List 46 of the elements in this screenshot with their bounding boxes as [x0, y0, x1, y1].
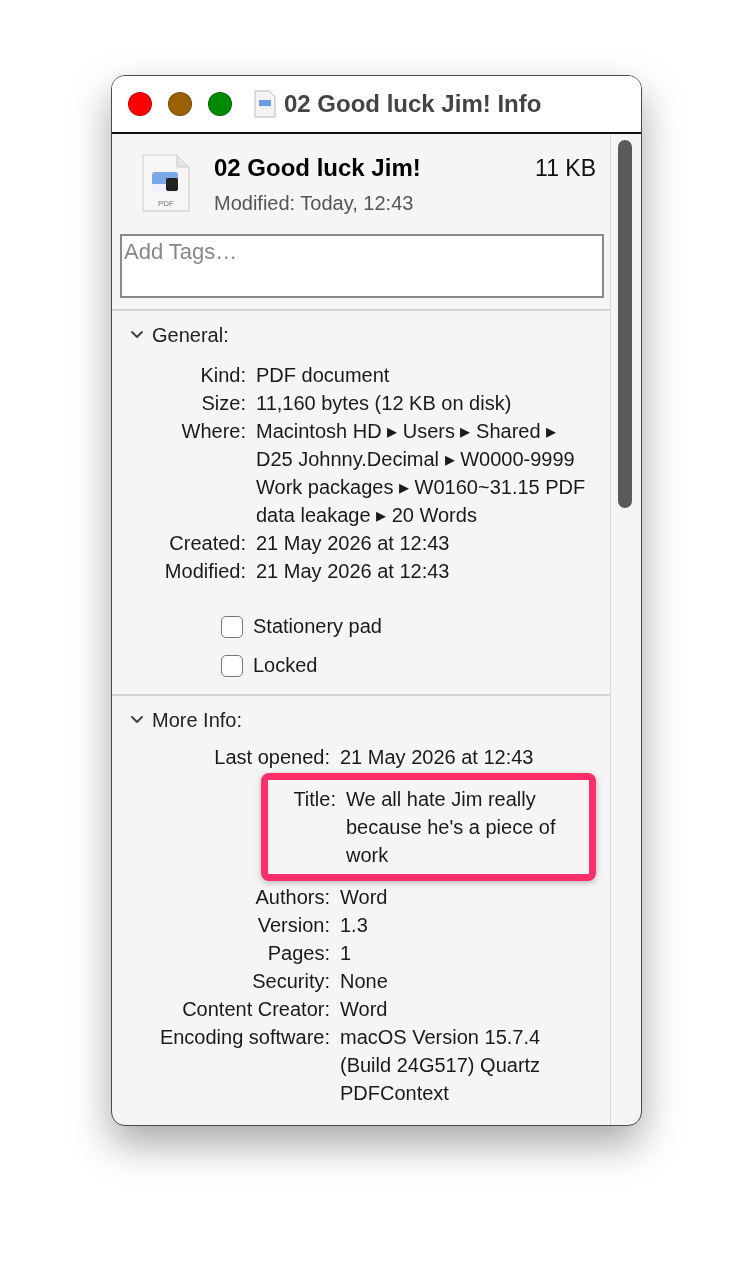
- field-value: We all hate Jim really because he's a piece of work: [346, 787, 557, 868]
- window-title: 02 Good luck Jim! Info: [284, 90, 542, 118]
- field-value: 21 May 2026 at 12:43: [256, 559, 451, 584]
- file-name: 02 Good luck Jim!: [214, 154, 421, 182]
- checkbox-label[interactable]: Locked: [253, 654, 318, 677]
- checkbox-label[interactable]: Stationery pad: [253, 615, 382, 638]
- field-value: Word: [340, 885, 389, 910]
- disclosure-chevron-icon[interactable]: [130, 330, 144, 340]
- field-label: Created:: [168, 531, 246, 556]
- section-title[interactable]: General:: [152, 323, 229, 347]
- zoom-button[interactable]: [208, 92, 232, 116]
- file-type-label: PDF: [157, 199, 175, 208]
- field-label: Encoding software:: [158, 1025, 330, 1050]
- disclosure-chevron-icon[interactable]: [130, 715, 144, 725]
- field-value: Macintosh HD ▸ Users ▸ Shared ▸ D25 Johnny.Decimal ▸ W0000-9999 Work packages ▸ W0160~31.15 PDF data leakage ▸ 20 Words: [256, 419, 587, 528]
- field-label: Title:: [292, 787, 336, 812]
- checkbox[interactable]: [221, 615, 243, 638]
- close-button[interactable]: [128, 92, 152, 116]
- field-value: 11,160 bytes (12 KB on disk): [256, 391, 513, 416]
- tags-field[interactable]: Add Tags…: [120, 234, 604, 298]
- field-label: Last opened:: [213, 745, 330, 770]
- field-label: Content Creator:: [181, 997, 330, 1022]
- section-title[interactable]: More Info:: [152, 708, 243, 732]
- modified-date: Modified: Today, 12:43: [214, 192, 415, 215]
- field-label: Kind:: [199, 363, 246, 388]
- field-value: 1.3: [340, 913, 369, 938]
- field-value: 21 May 2026 at 12:43: [256, 531, 451, 556]
- field-label: Security:: [251, 969, 330, 994]
- field-value: 21 May 2026 at 12:43: [340, 745, 535, 770]
- field-value: PDF document: [256, 363, 391, 388]
- field-value: 1: [340, 941, 353, 966]
- field-label: Version:: [256, 913, 330, 938]
- field-label: Modified:: [163, 559, 246, 584]
- document-icon: [142, 154, 190, 212]
- field-label: Where:: [180, 419, 246, 444]
- field-value: macOS Version 15.7.4 (Build 24G517) Quartz PDFContext: [340, 1025, 542, 1106]
- minimize-button[interactable]: [168, 92, 192, 116]
- field-value: Word: [340, 997, 389, 1022]
- checkbox[interactable]: [221, 654, 243, 677]
- scrollbar-thumb[interactable]: [618, 140, 632, 508]
- field-label: Size:: [200, 391, 246, 416]
- field-value: None: [340, 969, 389, 994]
- field-label: Authors:: [254, 885, 330, 910]
- file-size: 11 KB: [535, 155, 596, 182]
- field-label: Pages:: [266, 941, 330, 966]
- document-icon: [254, 90, 276, 118]
